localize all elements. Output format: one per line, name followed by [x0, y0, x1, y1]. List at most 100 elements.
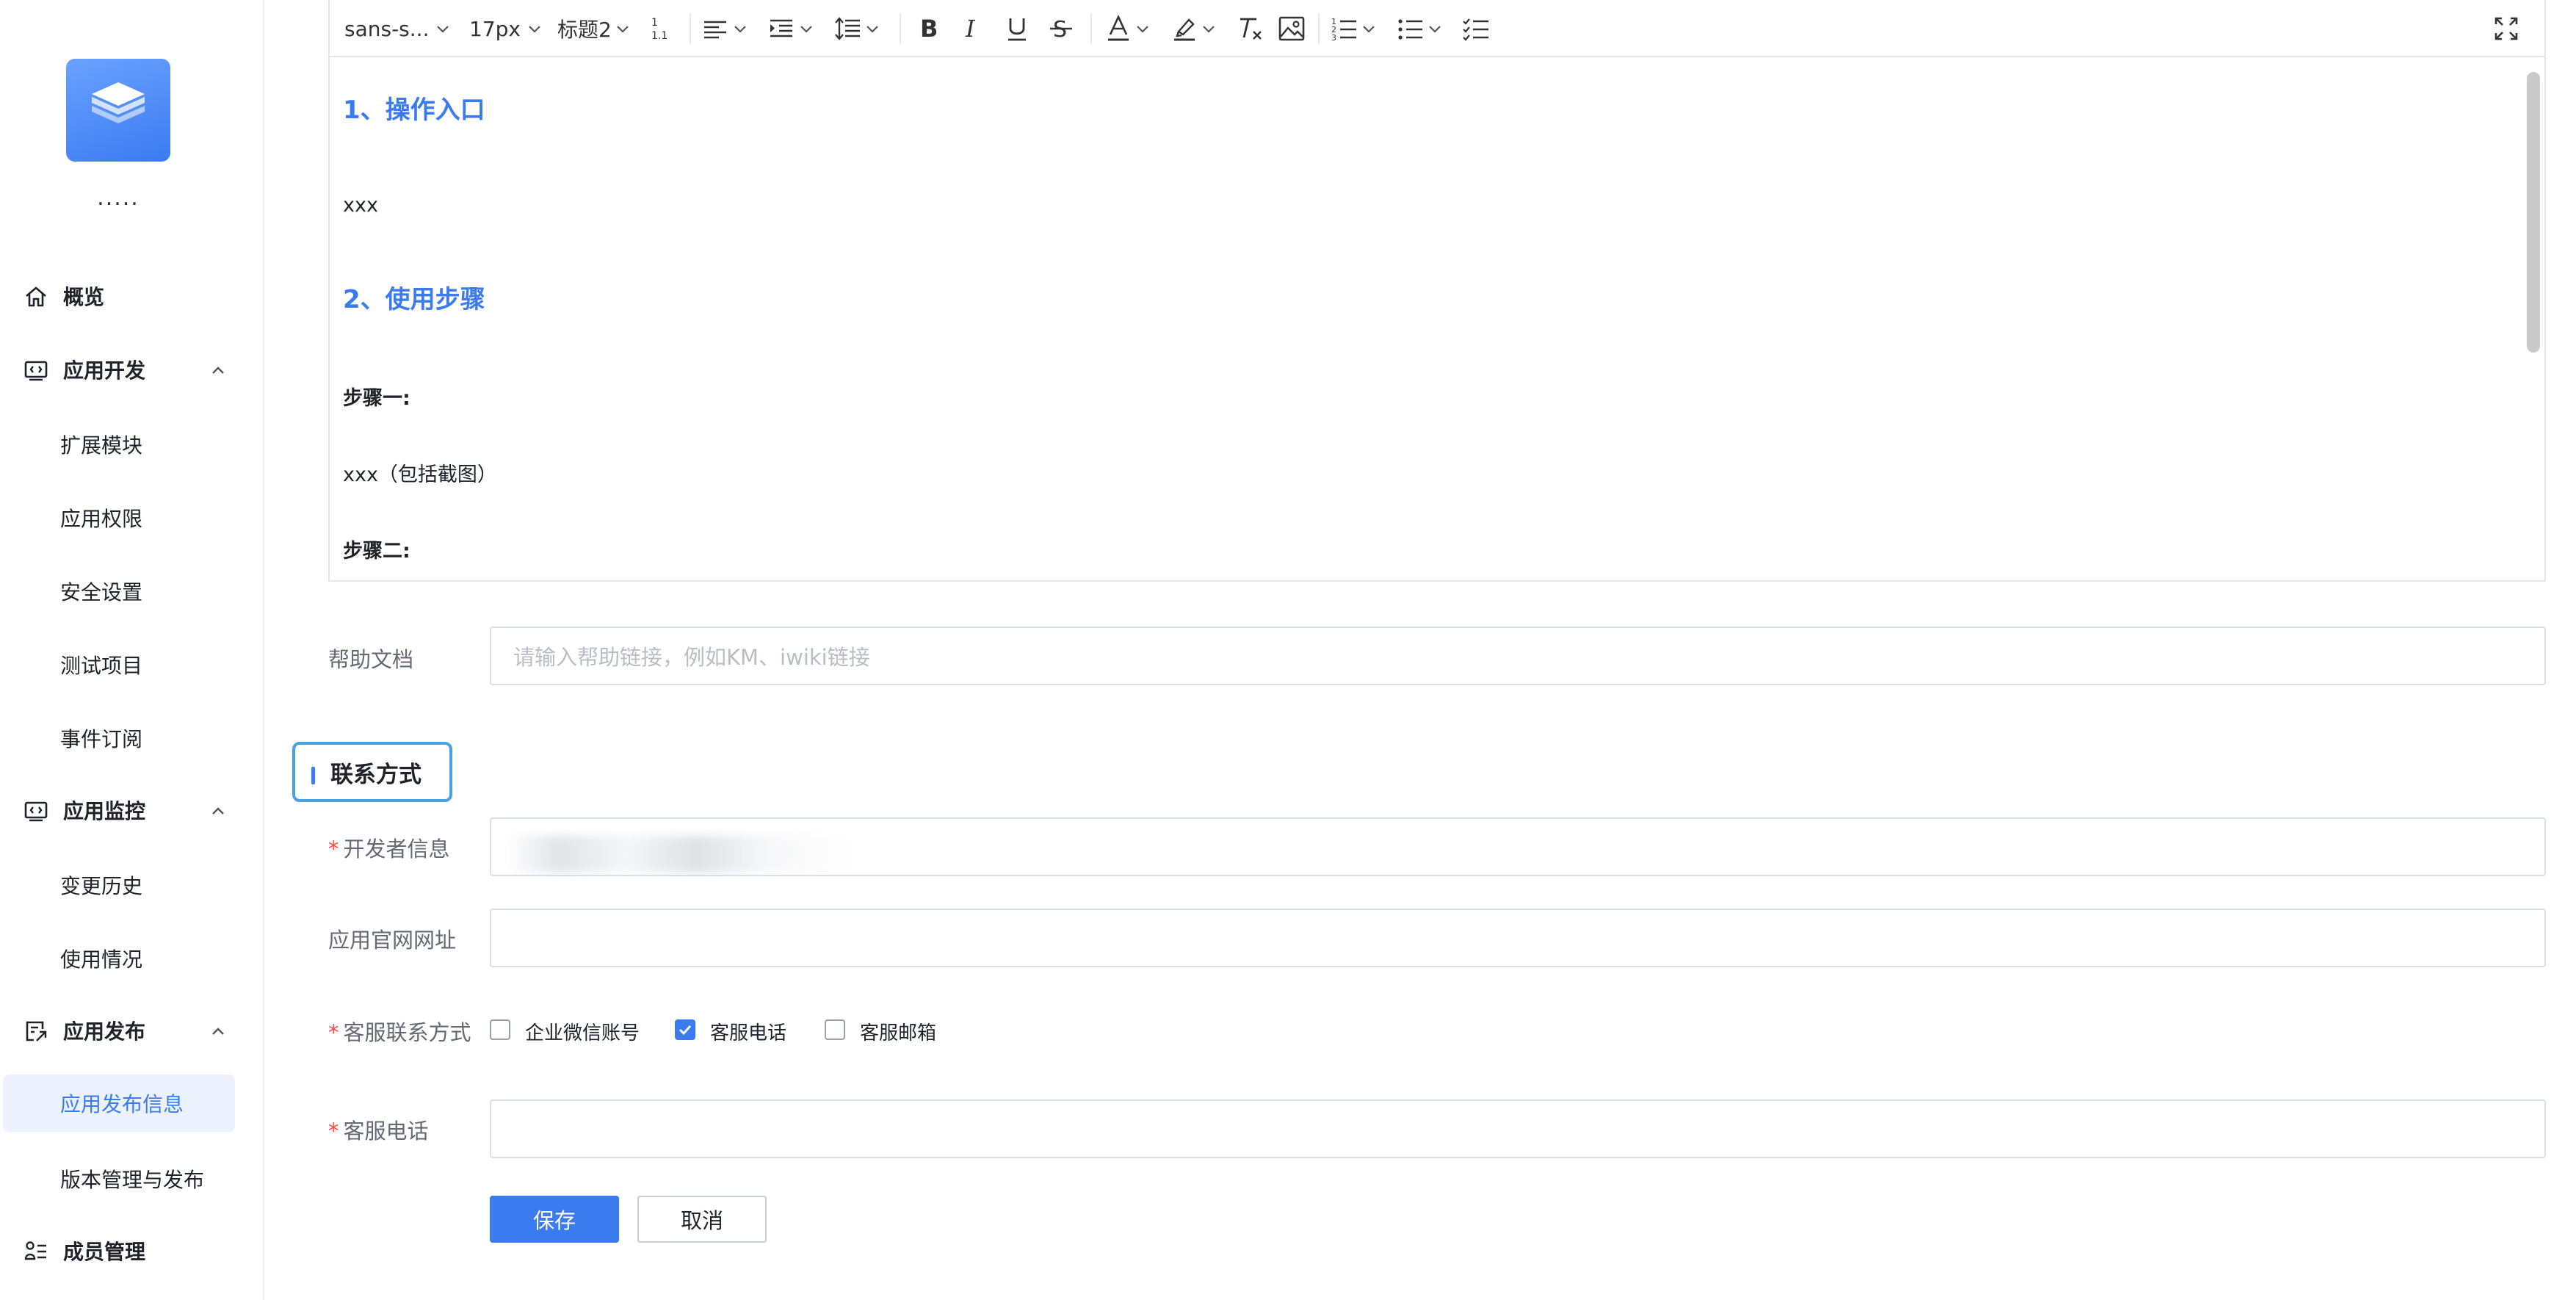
- highlight-button[interactable]: [1170, 10, 1218, 47]
- chevron-down-icon: [734, 26, 746, 33]
- app-name: .....: [97, 185, 140, 211]
- doc-heading: 1、操作入口: [343, 95, 485, 125]
- contact-method-label: * 客服联系方式: [328, 1016, 471, 1047]
- clear-format-button[interactable]: [1236, 10, 1265, 47]
- align-button[interactable]: [701, 10, 750, 47]
- strikethrough-icon: S: [1050, 17, 1072, 43]
- sidebar-item-label: 版本管理与发布: [60, 1168, 205, 1192]
- required-mark: *: [328, 1020, 339, 1045]
- sidebar-item-test-projects[interactable]: 测试项目: [0, 635, 264, 694]
- section-title-contact: 联系方式: [292, 742, 452, 802]
- sidebar-item-label: 测试项目: [60, 654, 143, 678]
- home-icon: [26, 286, 46, 307]
- bullet-list-icon: [1398, 19, 1422, 40]
- sidebar-group-release[interactable]: 应用发布: [0, 1001, 264, 1060]
- sidebar-item-permissions[interactable]: 应用权限: [0, 488, 264, 547]
- sidebar-item-extensions[interactable]: 扩展模块: [0, 415, 264, 474]
- sidebar-group-monitoring[interactable]: 应用监控: [0, 781, 264, 839]
- font-size-value: 17px: [469, 16, 521, 41]
- sidebar-item-label: 应用发布信息: [60, 1092, 184, 1116]
- app-logo-icon: [66, 59, 170, 162]
- italic-button[interactable]: I: [958, 10, 988, 47]
- font-color-icon: [1108, 14, 1129, 41]
- ordered-list-icon: 123: [1331, 17, 1356, 43]
- sidebar-item-label: 使用情况: [60, 947, 143, 972]
- check-icon: [679, 1025, 692, 1036]
- website-input[interactable]: [490, 909, 2546, 967]
- redacted-value: [507, 836, 852, 873]
- sidebar-item-members[interactable]: 成员管理: [0, 1221, 264, 1280]
- sidebar-group-app-dev[interactable]: 应用开发: [0, 340, 264, 399]
- strikethrough-button[interactable]: S: [1046, 10, 1076, 47]
- bullet-list-button[interactable]: [1396, 10, 1444, 47]
- sidebar-item-label: 事件订阅: [60, 727, 143, 751]
- checkbox-phone-label[interactable]: 客服电话: [710, 1018, 786, 1045]
- editor-content[interactable]: 1、操作入口 xxx 2、使用步骤 步骤一: xxx（包括截图） 步骤二:: [330, 57, 2525, 580]
- line-height-button[interactable]: [833, 10, 882, 47]
- bold-button[interactable]: B: [914, 10, 944, 47]
- font-family-value: sans-s...: [344, 16, 430, 41]
- sidebar-item-label: 扩展模块: [60, 433, 143, 458]
- doc-paragraph: xxx: [343, 194, 378, 217]
- editor-scrollbar[interactable]: [2527, 72, 2540, 353]
- ordered-list-button[interactable]: 123: [1330, 10, 1378, 47]
- font-color-button[interactable]: [1104, 10, 1152, 47]
- toolbar-divider: [690, 13, 691, 44]
- sidebar-item-label: 安全设置: [60, 580, 143, 604]
- checklist-icon: [1463, 18, 1488, 41]
- svg-text:B: B: [920, 15, 938, 43]
- checkbox-phone[interactable]: [675, 1019, 695, 1040]
- svg-text:1.1: 1.1: [651, 30, 667, 42]
- chevron-down-icon: [800, 26, 812, 33]
- checkbox-email[interactable]: [825, 1019, 845, 1040]
- sidebar-item-release-info[interactable]: 应用发布信息: [3, 1075, 235, 1132]
- sidebar-item-usage[interactable]: 使用情况: [0, 929, 264, 988]
- chevron-down-icon: [866, 26, 878, 33]
- font-family-select[interactable]: sans-s...: [344, 10, 452, 47]
- developer-info-label: * 开发者信息: [328, 832, 450, 863]
- help-doc-input[interactable]: 请输入帮助链接，例如KM、iwiki链接: [490, 626, 2546, 685]
- required-mark: *: [328, 1119, 339, 1144]
- save-button[interactable]: 保存: [490, 1196, 619, 1243]
- line-spacing-button[interactable]: 1 1.1: [648, 10, 673, 47]
- rich-text-editor: sans-s... 17px 标题2 1 1.1 B I S 1 2 3 1、操…: [328, 0, 2546, 582]
- checkbox-wecom[interactable]: [490, 1019, 510, 1040]
- heading-select[interactable]: 标题2: [557, 10, 632, 47]
- required-mark: *: [328, 837, 339, 862]
- sidebar-item-change-history[interactable]: 变更历史: [0, 856, 264, 914]
- phone-input[interactable]: [490, 1099, 2546, 1158]
- bold-icon: B: [920, 15, 938, 43]
- website-label: 应用官网网址: [328, 928, 457, 953]
- doc-paragraph: xxx（包括截图）: [343, 463, 497, 486]
- underline-button[interactable]: [1002, 10, 1032, 47]
- sidebar: ..... 概览 应用开发 扩展模块 应用权限 安全设置 测试项目 事件订阅 应…: [0, 0, 264, 1300]
- font-size-select[interactable]: 17px: [469, 10, 544, 47]
- checkbox-email-label[interactable]: 客服邮箱: [860, 1018, 936, 1045]
- chevron-down-icon: [617, 26, 629, 33]
- phone-label-text: 客服电话: [343, 1119, 429, 1144]
- contact-method-label-text: 客服联系方式: [343, 1020, 471, 1045]
- sidebar-group-label: 应用监控: [63, 799, 146, 823]
- clear-format-icon: [1240, 18, 1262, 40]
- sidebar-item-label: 成员管理: [63, 1240, 146, 1264]
- publish-icon: [26, 1021, 47, 1041]
- sidebar-item-event-subscription[interactable]: 事件订阅: [0, 709, 264, 768]
- sidebar-item-overview[interactable]: 概览: [0, 267, 264, 325]
- sidebar-item-label: 应用权限: [60, 507, 143, 531]
- checkbox-wecom-label[interactable]: 企业微信账号: [525, 1018, 640, 1045]
- chevron-up-icon: [212, 807, 224, 815]
- cancel-button[interactable]: 取消: [637, 1196, 767, 1243]
- section-title-bar: [311, 767, 315, 784]
- underline-icon: [1008, 18, 1026, 41]
- fullscreen-icon: [2494, 17, 2518, 40]
- fullscreen-button[interactable]: [2492, 10, 2521, 47]
- image-icon: [1278, 16, 1305, 41]
- indent-button[interactable]: [767, 10, 816, 47]
- sidebar-item-version-management[interactable]: 版本管理与发布: [0, 1149, 264, 1208]
- chevron-down-icon: [529, 26, 540, 33]
- insert-image-button[interactable]: [1277, 10, 1306, 47]
- phone-label: * 客服电话: [328, 1114, 429, 1145]
- sidebar-item-security[interactable]: 安全设置: [0, 562, 264, 621]
- todo-list-button[interactable]: [1462, 10, 1491, 47]
- svg-text:1: 1: [651, 17, 658, 29]
